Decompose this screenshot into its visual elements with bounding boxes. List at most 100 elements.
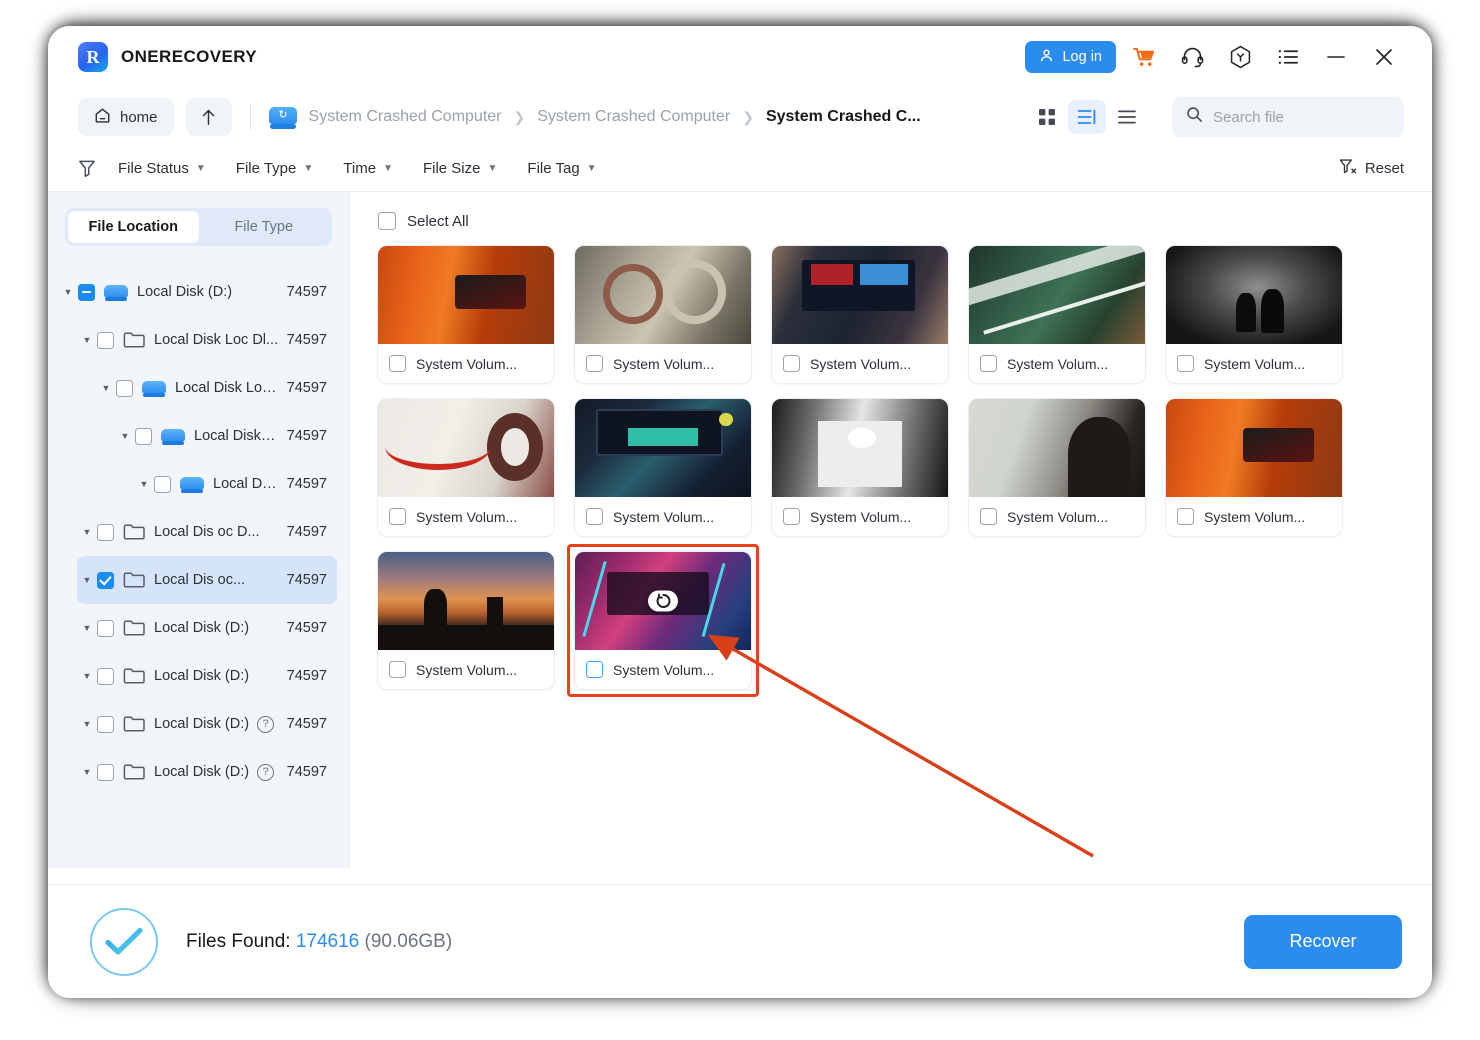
select-all-checkbox[interactable] <box>378 212 396 230</box>
tab-file-location[interactable]: File Location <box>68 211 199 243</box>
tree-item-checkbox[interactable] <box>97 572 114 589</box>
help-question-icon[interactable]: ? <box>257 764 274 781</box>
detail-view-icon[interactable] <box>1068 100 1106 134</box>
file-card-checkbox[interactable] <box>586 355 603 372</box>
tree-item-checkbox[interactable] <box>116 380 133 397</box>
tree-item-checkbox[interactable] <box>78 284 95 301</box>
home-button[interactable]: home <box>78 98 174 136</box>
filter-file-size[interactable]: File Size ▼ <box>423 160 497 177</box>
headset-support-icon[interactable] <box>1172 39 1212 75</box>
file-card[interactable]: System Volum... <box>772 246 948 383</box>
tree-item-5[interactable]: ▼Local Dis oc D...74597 <box>77 508 337 556</box>
file-card-label: System Volum... <box>1007 509 1108 525</box>
grid-view-icon[interactable] <box>1028 100 1066 134</box>
tree-item-6[interactable]: ▼Local Dis oc...74597 <box>77 556 337 604</box>
tree-expand-caret-icon[interactable]: ▼ <box>77 623 97 633</box>
tree-item-label: Local Disk Local... <box>194 428 279 444</box>
tree-expand-caret-icon[interactable]: ▼ <box>77 575 97 585</box>
tree-item-checkbox[interactable] <box>97 620 114 637</box>
file-thumbnail <box>772 246 948 344</box>
tree-item-8[interactable]: ▼Local Disk (D:)74597 <box>77 652 337 700</box>
file-card[interactable]: System Volum... <box>378 399 554 536</box>
tree-item-checkbox[interactable] <box>135 428 152 445</box>
list-view-icon[interactable] <box>1108 100 1146 134</box>
go-up-button[interactable] <box>186 98 232 136</box>
tree-item-checkbox[interactable] <box>97 332 114 349</box>
file-card-checkbox[interactable] <box>1177 508 1194 525</box>
filter-time[interactable]: Time ▼ <box>343 160 393 177</box>
sidebar-tabs: File Location File Type <box>65 208 332 246</box>
breadcrumb-item-1[interactable]: System Crashed Computer <box>537 108 730 126</box>
filter-file-type[interactable]: File Type ▼ <box>236 160 314 177</box>
breadcrumb-item-2[interactable]: System Crashed C... <box>766 108 921 126</box>
tree-expand-caret-icon[interactable]: ▼ <box>96 383 116 393</box>
tree-item-checkbox[interactable] <box>97 716 114 733</box>
cart-icon[interactable] <box>1124 39 1164 75</box>
file-card-label: System Volum... <box>613 509 714 525</box>
file-card[interactable]: System Volum... <box>378 246 554 383</box>
help-question-icon[interactable]: ? <box>257 716 274 733</box>
tree-item-checkbox[interactable] <box>97 764 114 781</box>
tree-item-checkbox[interactable] <box>154 476 171 493</box>
file-card[interactable]: System Volum... <box>969 246 1145 383</box>
tree-item-4[interactable]: ▼Local Disk Local74597 <box>134 460 337 508</box>
tree-item-2[interactable]: ▼Local Disk Local...74597 <box>96 364 337 412</box>
tree-item-1[interactable]: ▼Local Disk Loc Dl...74597 <box>77 316 337 364</box>
brand-name: ONERECOVERY <box>121 47 257 67</box>
tree-item-3[interactable]: ▼Local Disk Local...74597 <box>115 412 337 460</box>
search-input[interactable] <box>1213 109 1390 126</box>
hexagon-help-icon[interactable] <box>1220 39 1260 75</box>
file-card[interactable]: System Volum... <box>1166 246 1342 383</box>
tree-expand-caret-icon[interactable]: ▼ <box>77 671 97 681</box>
folder-icon <box>123 523 145 541</box>
file-thumbnail <box>378 552 554 650</box>
tree-item-checkbox[interactable] <box>97 524 114 541</box>
file-card-checkbox[interactable] <box>980 355 997 372</box>
filter-file-type-label: File Type <box>236 160 297 177</box>
file-card-checkbox[interactable] <box>783 355 800 372</box>
file-card[interactable]: System Volum... <box>575 552 751 689</box>
file-card-footer: System Volum... <box>575 344 751 383</box>
tree-expand-caret-icon[interactable]: ▼ <box>77 767 97 777</box>
tree-expand-caret-icon[interactable]: ▼ <box>134 479 154 489</box>
file-card[interactable]: System Volum... <box>575 399 751 536</box>
file-card-checkbox[interactable] <box>389 661 406 678</box>
tree-item-checkbox[interactable] <box>97 668 114 685</box>
login-button[interactable]: Log in <box>1025 41 1116 73</box>
file-grid: System Volum...System Volum...System Vol… <box>378 246 1404 689</box>
list-menu-icon[interactable] <box>1268 39 1308 75</box>
tree-item-9[interactable]: ▼Local Disk (D:)?74597 <box>77 700 337 748</box>
file-card[interactable]: System Volum... <box>969 399 1145 536</box>
tree-item-10[interactable]: ▼Local Disk (D:)?74597 <box>77 748 337 796</box>
tree-expand-caret-icon[interactable]: ▼ <box>58 287 78 297</box>
tab-file-type[interactable]: File Type <box>199 211 330 243</box>
minimize-icon[interactable] <box>1316 39 1356 75</box>
file-thumbnail <box>378 399 554 497</box>
tree-expand-caret-icon[interactable]: ▼ <box>77 335 97 345</box>
tree-expand-caret-icon[interactable]: ▼ <box>77 719 97 729</box>
tree-item-0[interactable]: ▼Local Disk (D:)74597 <box>58 268 337 316</box>
file-card-checkbox[interactable] <box>586 508 603 525</box>
file-card-checkbox[interactable] <box>389 355 406 372</box>
filter-file-tag[interactable]: File Tag ▼ <box>527 160 596 177</box>
file-card[interactable]: System Volum... <box>575 246 751 383</box>
search-box[interactable] <box>1172 97 1404 137</box>
file-card-checkbox[interactable] <box>980 508 997 525</box>
file-card-checkbox[interactable] <box>389 508 406 525</box>
filter-file-status[interactable]: File Status ▼ <box>118 160 206 177</box>
file-card-checkbox[interactable] <box>783 508 800 525</box>
file-card[interactable]: System Volum... <box>1166 399 1342 536</box>
file-card-checkbox[interactable] <box>586 661 603 678</box>
tree-item-7[interactable]: ▼Local Disk (D:)74597 <box>77 604 337 652</box>
tree-item-label: Local Disk Local... <box>175 380 279 396</box>
select-all-row[interactable]: Select All <box>378 212 1404 230</box>
recover-button[interactable]: Recover <box>1244 915 1402 969</box>
file-card-checkbox[interactable] <box>1177 355 1194 372</box>
tree-expand-caret-icon[interactable]: ▼ <box>77 527 97 537</box>
close-icon[interactable] <box>1364 39 1404 75</box>
file-card[interactable]: System Volum... <box>378 552 554 689</box>
file-card[interactable]: System Volum... <box>772 399 948 536</box>
breadcrumb-item-0[interactable]: System Crashed Computer <box>309 108 502 126</box>
tree-expand-caret-icon[interactable]: ▼ <box>115 431 135 441</box>
reset-filters-button[interactable]: Reset <box>1339 157 1404 180</box>
